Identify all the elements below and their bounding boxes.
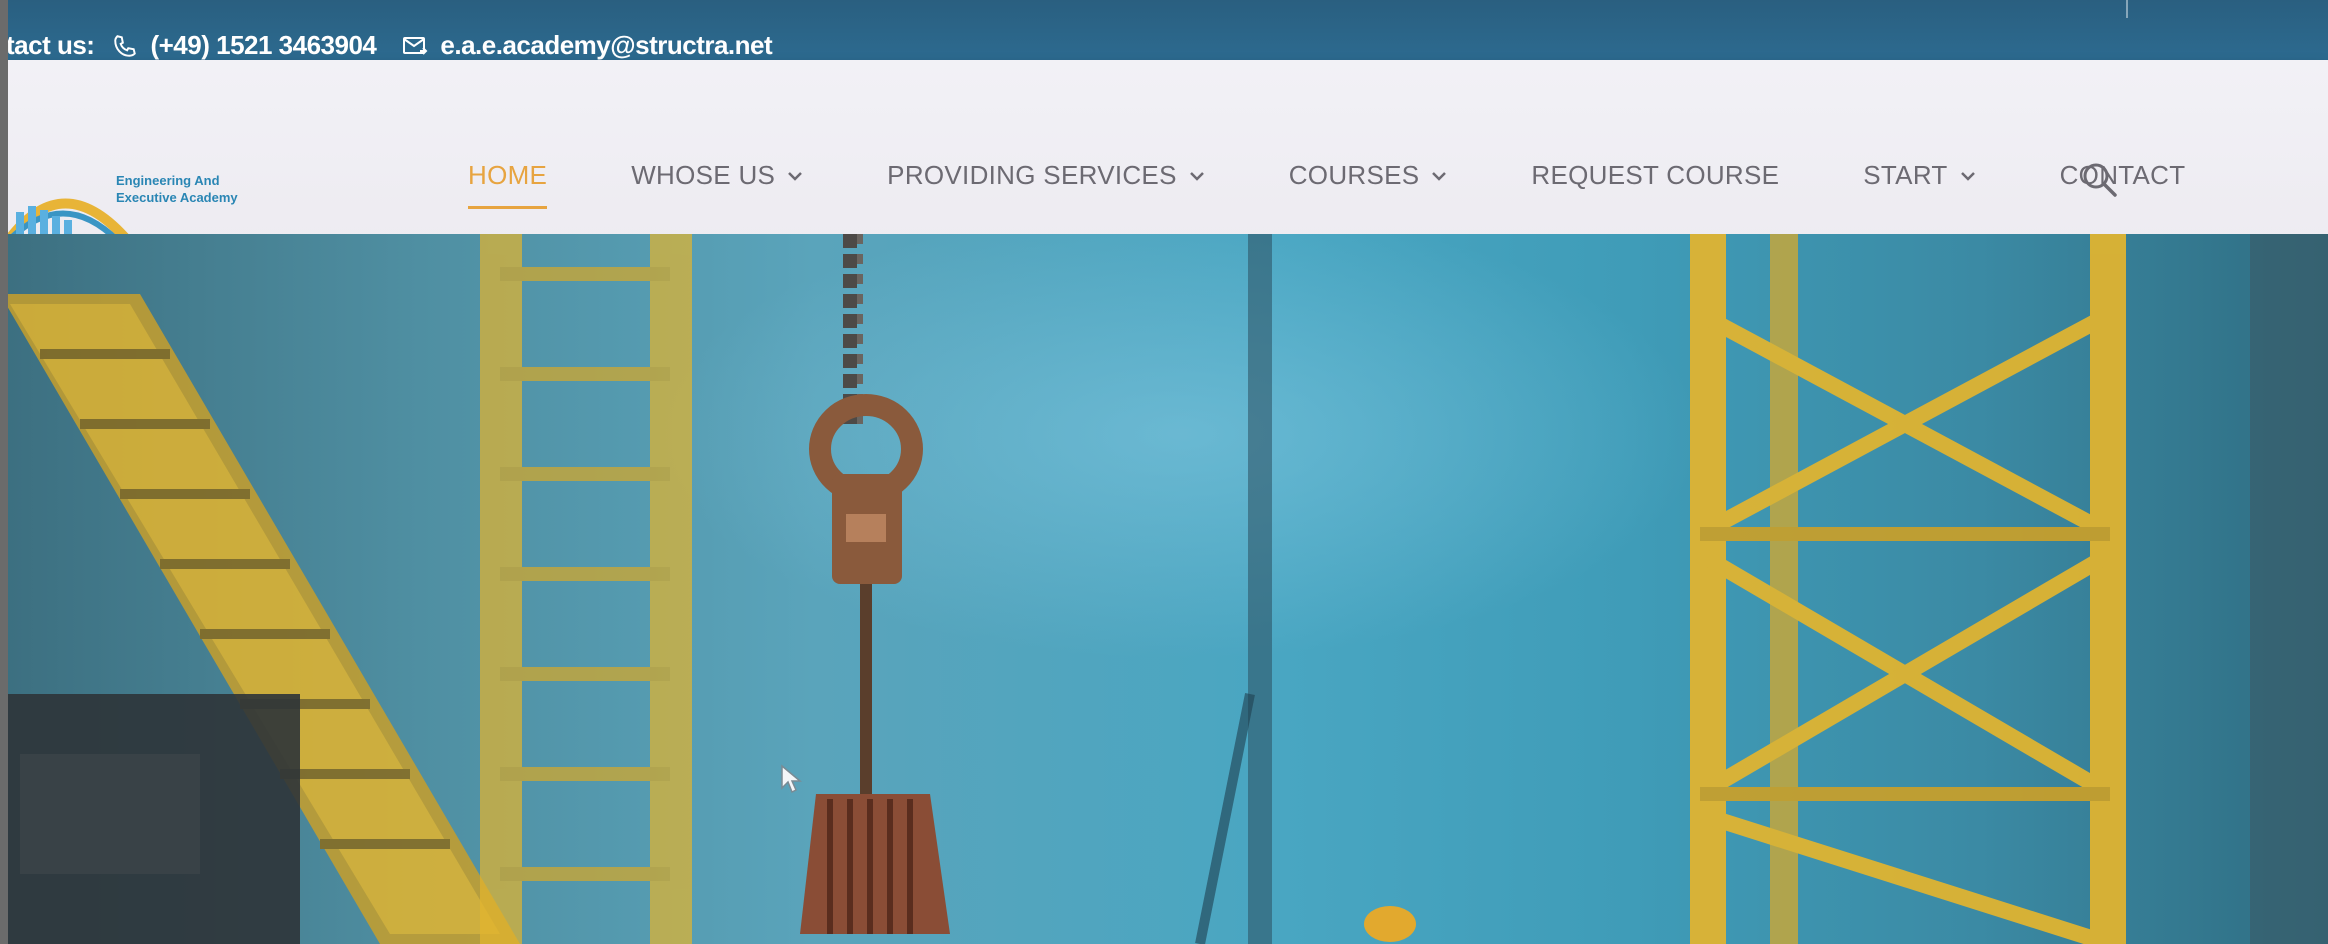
nav-label: COURSES (1288, 160, 1420, 190)
chevron-down-icon (1189, 171, 1204, 181)
search-icon[interactable] (2080, 160, 2120, 200)
account-links (2126, 0, 2128, 18)
hero-banner-image (0, 234, 2328, 944)
nav-item-contact[interactable]: CONTACT (2060, 160, 2186, 191)
nav-label: REQUEST COURSE (1531, 160, 1780, 190)
nav-label: START (1863, 160, 1948, 190)
phone-number: (+49) 1521 3463904 (150, 30, 377, 60)
phone-icon (114, 34, 137, 57)
nav-item-whose-us[interactable]: WHOSE US (631, 160, 803, 191)
email-address: e.a.e.academy@structra.net (440, 30, 773, 60)
crane-hook (800, 234, 950, 934)
logo-line-2: Executive Academy (116, 190, 238, 205)
logo-line-1: Engineering And (116, 173, 220, 188)
divider (2126, 0, 2128, 18)
nav-label: PROVIDING SERVICES (887, 160, 1177, 190)
phone-link[interactable]: (+49) 1521 3463904 (112, 30, 377, 61)
primary-menu: HOME WHOSE US PROVIDING SERVICES COURSES… (468, 160, 2269, 209)
nav-item-request-course[interactable]: REQUEST COURSE (1531, 160, 1779, 191)
nav-label: CONTACT (2059, 160, 2186, 190)
construction-crane-photo (0, 234, 2328, 944)
nav-label: HOME (468, 160, 548, 190)
mouse-cursor-icon (781, 764, 803, 794)
nav-item-home[interactable]: HOME (468, 160, 548, 209)
nav-label: WHOSE US (631, 160, 776, 190)
chevron-down-icon (1960, 171, 1975, 181)
contact-label: tact us: (6, 30, 95, 60)
mail-icon (403, 36, 428, 55)
logo-text: Engineering And Executive Academy (116, 172, 238, 206)
screen-bezel (0, 0, 8, 944)
chevron-down-icon (788, 171, 803, 181)
right-crane (1690, 234, 2126, 944)
chevron-down-icon (1432, 171, 1447, 181)
nav-item-courses[interactable]: COURSES (1289, 160, 1448, 191)
email-link[interactable]: e.a.e.academy@structra.net (402, 30, 773, 61)
nav-item-providing-services[interactable]: PROVIDING SERVICES (887, 160, 1205, 191)
mid-left-crane (480, 234, 692, 944)
contact-info: tact us: (+49) 1521 3463904 e.a.e.academ… (6, 30, 773, 61)
nav-item-start[interactable]: START (1863, 160, 1975, 191)
